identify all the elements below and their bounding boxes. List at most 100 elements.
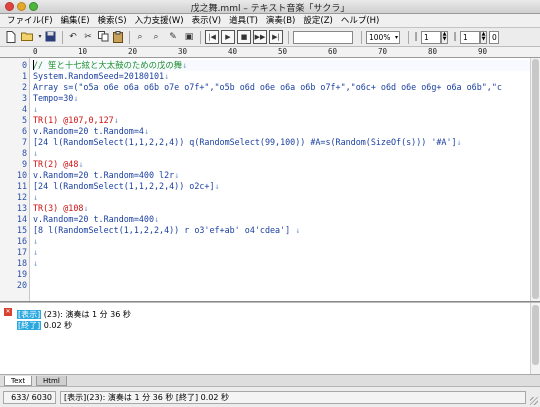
code-token: System.RandomSeed=20180101 [33,71,165,81]
code-line[interactable]: 18 ↓ [0,258,530,269]
code-line[interactable]: 9 TR(2) @48↓ [0,159,530,170]
ruler-mark: 80 [428,47,438,56]
column-ruler: 0 10 20 30 40 50 60 70 80 90 [0,47,540,58]
line-code: TR(1) @107,0,127↓ [33,115,119,126]
menu-bar: ファイル(F) 編集(E) 検索(S) 入力支援(W) 表示(V) 道具(T) … [0,14,540,28]
editor-scroll-thumb[interactable] [532,59,539,299]
code-line[interactable]: 10 v.Random=20 t.Random=400 l2r↓ [0,170,530,181]
fast-forward-button[interactable]: ▶▶ [253,30,267,44]
code-line[interactable]: 17 ↓ [0,247,530,258]
code-line[interactable]: 2 Array s=("o5a o6e o6a o6b o7e o7f+","o5… [0,82,530,93]
menu-input-assist[interactable]: 入力支援(W) [131,14,188,27]
code-line[interactable]: 8 ↓ [0,148,530,159]
line-number: 15 [16,225,27,235]
new-file-icon[interactable] [4,30,18,44]
menu-play[interactable]: 演奏(B) [262,14,299,27]
open-folder-icon[interactable] [20,30,34,44]
menu-file[interactable]: ファイル(F) [3,14,57,27]
line-code: [24 l(RandomSelect(1,1,2,2,4)) q(RandomS… [33,137,462,148]
line-number: 4 [21,104,27,114]
line-end-marker: ↓ [113,115,119,125]
code-line[interactable]: 15 [8 l(RandomSelect(1,1,2,2,4)) r o3'ef+… [0,225,530,236]
line-code: v.Random=20 t.Random=4↓ [33,126,149,137]
code-token: TR(3) @108 [33,203,84,213]
find-next-icon[interactable]: ⌕ [149,30,163,44]
line-number: 14 [16,214,27,224]
status-tag: [終了] [17,321,42,330]
code-line[interactable]: 5 TR(1) @107,0,127↓ [0,115,530,126]
paste-icon[interactable] [111,30,125,44]
code-editor[interactable]: 0// 笙と十七絃と大太鼓のための戊の舞↓ 1 System.RandomSeed=… [0,58,540,302]
code-line[interactable]: 14 v.Random=20 t.Random=400↓ [0,214,530,225]
tempo-slider-field[interactable] [293,31,353,44]
line-number: 2 [21,82,27,92]
line-code: v.Random=20 t.Random=400 l2r↓ [33,170,179,181]
line-number: 10 [16,170,27,180]
output-scrollbar[interactable] [530,303,540,374]
resize-grip-icon[interactable] [530,397,538,405]
code-line[interactable]: 19 [0,269,530,280]
ruler-mark: 70 [378,47,388,56]
editor-scrollbar[interactable] [530,58,540,301]
code-line[interactable]: 12 ↓ [0,192,530,203]
line-end-marker: ↓ [164,71,170,81]
line-end-marker: ↓ [33,247,39,257]
code-line[interactable]: 11 [24 l(RandomSelect(1,1,2,2,4)) o2c+]↓ [0,181,530,192]
code-line[interactable]: 4 ↓ [0,104,530,115]
close-output-icon[interactable]: ✕ [4,308,12,316]
spin-arrows-2-icon[interactable]: ▲ ▼ [480,31,487,44]
code-line[interactable]: 6 v.Random=20 t.Random=4↓ [0,126,530,137]
line-end-marker: ↓ [83,203,89,213]
code-line[interactable]: 3 Tempo=30↓ [0,93,530,104]
line-code: ↓ [33,148,38,159]
line-code: v.Random=20 t.Random=400↓ [33,214,159,225]
menu-edit[interactable]: 編集(E) [57,14,94,27]
line-code: Tempo=30↓ [33,93,78,104]
edit-tool-icon[interactable]: ✎ [166,30,180,44]
find-icon[interactable]: ⌕ [133,30,147,44]
code-line[interactable]: 7 [24 l(RandomSelect(1,1,2,2,4)) q(Random… [0,137,530,148]
undo-icon[interactable]: ↶ [66,30,80,44]
menu-tools[interactable]: 道具(T) [225,14,262,27]
spin-arrows-1-icon[interactable]: ▲ ▼ [441,31,448,44]
line-code: ↓ [33,236,38,247]
spin-field-2[interactable]: 1 [460,31,480,44]
code-token: v.Random=20 t.Random=400 l2r [33,170,175,180]
spin-field-3[interactable]: 0 [489,31,499,44]
code-line[interactable]: 20 [0,280,530,291]
code-token: [24 l(RandomSelect(1,1,2,2,4)) q(RandomS… [33,137,457,147]
menu-search[interactable]: 検索(S) [94,14,131,27]
skip-end-button[interactable]: ▶| [269,30,283,44]
code-line[interactable]: 13 TR(3) @108↓ [0,203,530,214]
code-line[interactable]: 16 ↓ [0,236,530,247]
picture-icon[interactable]: ▣ [182,30,196,44]
line-number: 1 [21,71,27,81]
menu-help[interactable]: ヘルプ(H) [337,14,384,27]
play-button[interactable]: ▶ [221,30,235,44]
code-token: // 笙と十七絃と大太鼓のための戊の舞 [33,60,183,70]
zoom-select[interactable]: 100% ▾ [366,31,400,44]
line-code: ↓ [33,192,38,203]
code-token: TR(1) @107,0,127 [33,115,114,125]
code-line[interactable]: 1 System.RandomSeed=20180101↓ [0,71,530,82]
tab-html[interactable]: Html [36,376,67,386]
code-line[interactable]: 0 // 笙と十七絃と大太鼓のための戊の舞↓ [0,60,530,71]
rewind-button[interactable]: |◀ [205,30,219,44]
tab-text[interactable]: Text [4,376,33,386]
spin-field-1[interactable]: 1 [421,31,441,44]
menu-view[interactable]: 表示(V) [188,14,225,27]
cut-icon[interactable]: ✂ [81,30,95,44]
output-scroll-thumb[interactable] [532,305,539,365]
save-icon[interactable] [43,30,57,44]
line-end-marker: ↓ [295,225,301,235]
tab-strip: Text Html [0,374,540,386]
output-line: [終了] 0.02 秒 [17,320,131,331]
menu-settings[interactable]: 設定(Z) [299,14,336,27]
chevron-down-icon: ▾ [394,34,398,41]
copy-icon[interactable] [96,30,110,44]
ruler-mark: 90 [478,47,488,56]
stop-button[interactable]: ■ [237,30,251,44]
text-caret [33,60,34,70]
line-end-marker: ↓ [174,170,180,180]
channel-icon-2: | [453,32,457,42]
